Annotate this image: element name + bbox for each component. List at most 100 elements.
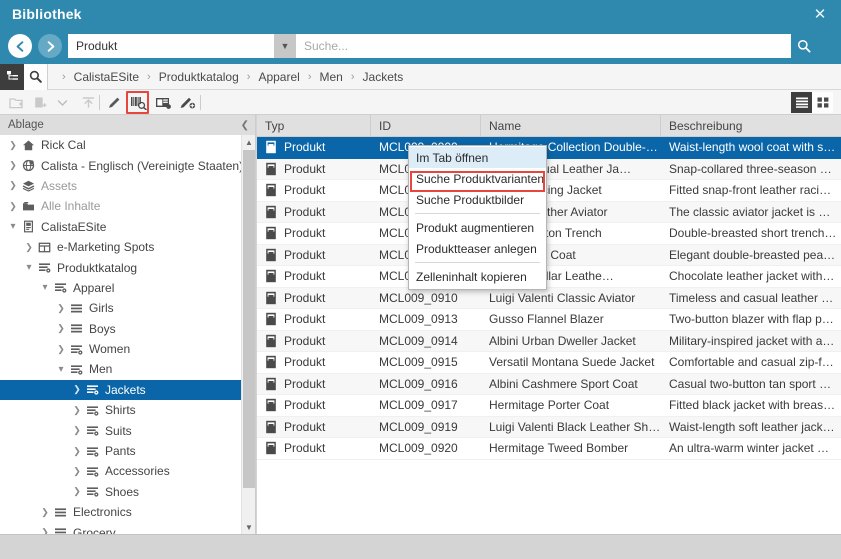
table-row[interactable]: ProduktMCL009_0905Gusso Leather AviatorT…	[257, 202, 841, 224]
upload-icon[interactable]	[78, 92, 99, 113]
table-row[interactable]: ProduktMCL009_0914Albini Urban Dweller J…	[257, 331, 841, 353]
table-row[interactable]: ProduktMCL009_0913Gusso Flannel BlazerTw…	[257, 309, 841, 331]
column-header-id[interactable]: ID	[371, 115, 481, 136]
scrollbar-thumb[interactable]	[243, 150, 255, 488]
chevron-down-icon[interactable]: ▾	[38, 282, 52, 293]
table-row[interactable]: ProduktMCL009_0917Hermitage Porter CoatF…	[257, 395, 841, 417]
chevron-right-icon[interactable]: ❯	[6, 160, 20, 171]
column-header-typ[interactable]: Typ	[257, 115, 371, 136]
menu-item-suche-produktvarianten[interactable]: Suche Produktvarianten	[409, 168, 546, 189]
cell-beschreibung: Elegant double-breasted pea c…	[661, 248, 841, 262]
close-icon[interactable]: ✕	[799, 0, 841, 28]
table-row[interactable]: ProduktMCL009_0916Albini Cashmere Sport …	[257, 374, 841, 396]
chevron-right-icon[interactable]: ❯	[22, 242, 36, 253]
chevron-right-icon[interactable]: ❯	[70, 486, 84, 497]
menu-item-im-tab-ffnen[interactable]: Im Tab öffnen	[409, 147, 546, 168]
sidebar-item-calistaesite[interactable]: ▾CalistaESite	[0, 217, 255, 237]
chevron-down-icon[interactable]: ▾	[6, 221, 20, 232]
chevron-left-icon[interactable]: ❮	[241, 120, 249, 131]
table-row[interactable]: ProduktMCL009_0920Hermitage Tweed Bomber…	[257, 438, 841, 460]
augment-product-icon[interactable]	[177, 92, 198, 113]
grid-view-icon[interactable]	[812, 92, 833, 113]
sidebar-item-shirts[interactable]: ❯Shirts	[0, 400, 255, 420]
menu-item-produkt-augmentieren[interactable]: Produkt augmentieren	[409, 217, 546, 238]
sidebar-item-women[interactable]: ❯Women	[0, 339, 255, 359]
table-row[interactable]: ProduktMCL009_0900Hermitage Collection D…	[257, 137, 841, 159]
chevron-right-icon[interactable]: ❯	[70, 425, 84, 436]
sidebar-scrollbar[interactable]: ▲ ▼	[241, 135, 255, 534]
sidebar-item-e-marketing-spots[interactable]: ❯e-Marketing Spots	[0, 237, 255, 257]
breadcrumb-item-calistaesite[interactable]: CalistaESite	[74, 70, 139, 84]
sidebar-item-calista-englisch-vereinigte-staaten[interactable]: ❯Calista - Englisch (Vereinigte Staaten)	[0, 155, 255, 175]
chevron-down-icon[interactable]	[52, 92, 73, 113]
sidebar-item-shoes[interactable]: ❯Shoes	[0, 482, 255, 502]
list-view-icon[interactable]	[791, 92, 812, 113]
table-row[interactable]: ProduktMCL009_0915Versatil Montana Suede…	[257, 352, 841, 374]
search-input[interactable]	[296, 34, 816, 58]
tree-view-icon[interactable]	[0, 64, 24, 90]
sidebar-item-assets[interactable]: ❯Assets	[0, 176, 255, 196]
chevron-right-icon[interactable]: ❯	[54, 323, 68, 334]
chevron-right-icon[interactable]: ❯	[38, 527, 52, 534]
search-icon[interactable]	[24, 64, 48, 90]
cell-name: Albini Cashmere Sport Coat	[481, 377, 661, 391]
search-product-variants-icon[interactable]	[128, 92, 149, 113]
sidebar-item-apparel[interactable]: ▾Apparel	[0, 278, 255, 298]
breadcrumb-item-men[interactable]: Men	[320, 70, 343, 84]
chevron-down-icon[interactable]: ▼	[242, 520, 256, 534]
sidebar-item-electronics[interactable]: ❯Electronics	[0, 502, 255, 522]
new-document-icon[interactable]	[30, 92, 51, 113]
chevron-down-icon[interactable]: ▾	[54, 364, 68, 375]
breadcrumb-item-jackets[interactable]: Jackets	[363, 70, 404, 84]
arrow-right-icon[interactable]	[38, 34, 62, 58]
edit-pencil-icon[interactable]	[104, 92, 125, 113]
chevron-right-icon[interactable]: ❯	[6, 201, 20, 212]
column-header-beschreibung[interactable]: Beschreibung	[661, 115, 841, 136]
sidebar-item-girls[interactable]: ❯Girls	[0, 298, 255, 318]
sidebar-item-alle-inhalte[interactable]: ❯Alle Inhalte	[0, 196, 255, 216]
sidebar-item-men[interactable]: ▾Men	[0, 359, 255, 379]
chevron-right-icon[interactable]: ❯	[70, 466, 84, 477]
sidebar-item-grocery[interactable]: ❯Grocery	[0, 522, 255, 534]
search-type-select[interactable]: Produkt	[68, 34, 274, 58]
sidebar-item-suits[interactable]: ❯Suits	[0, 420, 255, 440]
breadcrumb-item-produktkatalog[interactable]: Produktkatalog	[159, 70, 239, 84]
menu-item-zelleninhalt-kopieren[interactable]: Zelleninhalt kopieren	[409, 266, 546, 287]
cell-beschreibung: The classic aviator jacket is ba…	[661, 205, 841, 219]
chevron-right-icon[interactable]: ❯	[70, 384, 84, 395]
breadcrumb-item-apparel[interactable]: Apparel	[258, 70, 299, 84]
chevron-down-icon[interactable]: ▾	[22, 262, 36, 273]
new-folder-icon[interactable]	[6, 92, 27, 113]
chevron-right-icon[interactable]: ❯	[54, 344, 68, 355]
menu-item-produktteaser-anlegen[interactable]: Produktteaser anlegen	[409, 238, 546, 259]
chevron-right-icon[interactable]: ❯	[70, 446, 84, 457]
chevron-right-icon[interactable]: ❯	[6, 140, 20, 151]
menu-item-suche-produktbilder[interactable]: Suche Produktbilder	[409, 189, 546, 210]
column-header-name[interactable]: Name	[481, 115, 661, 136]
sidebar-item-jackets[interactable]: ❯Jackets	[0, 380, 255, 400]
sidebar-item-produktkatalog[interactable]: ▾Produktkatalog	[0, 257, 255, 277]
chevron-right-icon[interactable]: ❯	[38, 507, 52, 518]
catalog-icon	[36, 261, 53, 274]
chevron-down-icon[interactable]: ▼	[274, 34, 296, 58]
sidebar-item-accessories[interactable]: ❯Accessories	[0, 461, 255, 481]
product-icon	[263, 269, 279, 283]
chevron-right-icon[interactable]: ❯	[70, 405, 84, 416]
sidebar-item-rick-cal[interactable]: ❯Rick Cal	[0, 135, 255, 155]
search-icon[interactable]	[791, 34, 816, 58]
table-row[interactable]: ProduktMCL009_0904Rosso Racing JacketFit…	[257, 180, 841, 202]
sidebar-item-pants[interactable]: ❯Pants	[0, 441, 255, 461]
table-row[interactable]: ProduktMCL009_0910Luigi Valenti Classic …	[257, 288, 841, 310]
chevron-up-icon[interactable]: ▲	[242, 135, 256, 149]
product-teaser-icon[interactable]	[153, 92, 174, 113]
chevron-right-icon[interactable]: ❯	[6, 180, 20, 191]
table-row[interactable]: ProduktMCL009_0906Belted Cotton TrenchDo…	[257, 223, 841, 245]
table-row[interactable]: ProduktMCL009_0919Luigi Valenti Black Le…	[257, 417, 841, 439]
table-row[interactable]: ProduktMCL009_0903Albini Casual Leather …	[257, 159, 841, 181]
table-row[interactable]: ProduktMCL009_0909Ribbed Collar Leathe…C…	[257, 266, 841, 288]
chevron-right-icon[interactable]: ❯	[54, 303, 68, 314]
arrow-left-icon[interactable]	[8, 34, 32, 58]
cell-beschreibung: Chocolate leather jacket with b…	[661, 269, 841, 283]
table-row[interactable]: ProduktMCL009_0907Elfasa Pea CoatElegant…	[257, 245, 841, 267]
sidebar-item-boys[interactable]: ❯Boys	[0, 319, 255, 339]
